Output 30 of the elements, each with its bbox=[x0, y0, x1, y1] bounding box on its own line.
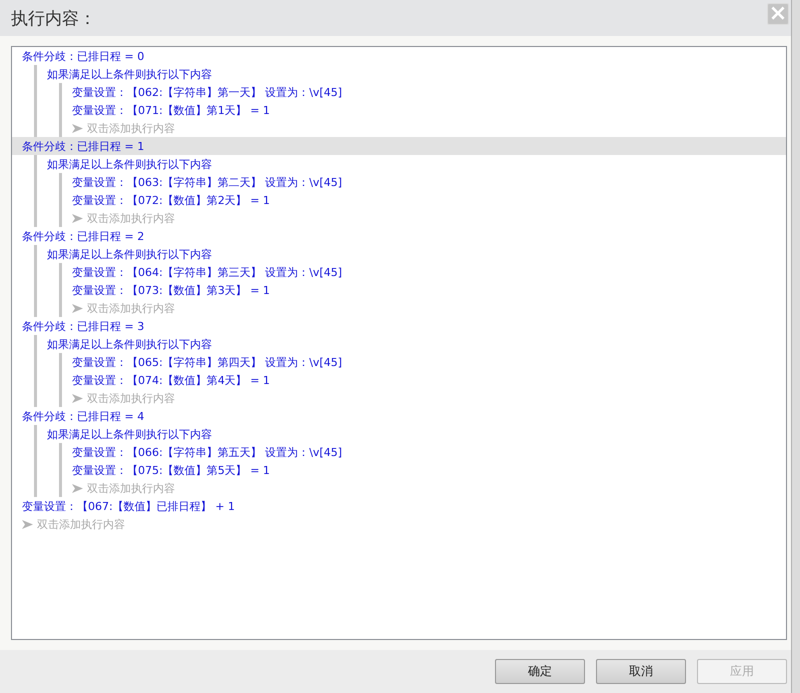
tree-row[interactable]: 变量设置：【062:【字符串】第一天】 设置为：\v[45] bbox=[62, 83, 786, 101]
tree-row[interactable]: 如果满足以上条件则执行以下内容 bbox=[37, 155, 786, 173]
tree-row[interactable]: 条件分歧：已排日程 = 1 bbox=[12, 137, 786, 155]
tree-row[interactable]: 如果满足以上条件则执行以下内容 bbox=[37, 245, 786, 263]
tree-row[interactable]: 变量设置：【071:【数值】第1天】 = 1 bbox=[62, 101, 786, 119]
dialog-title: 执行内容： bbox=[11, 8, 96, 30]
arrow-icon bbox=[72, 124, 83, 132]
tree-row[interactable]: 如果满足以上条件则执行以下内容 bbox=[37, 65, 786, 83]
tree-row[interactable]: 条件分歧：已排日程 = 2 bbox=[12, 227, 786, 245]
tree-row[interactable]: 如果满足以上条件则执行以下内容 bbox=[37, 335, 786, 353]
tree-row[interactable]: 条件分歧：已排日程 = 0 bbox=[12, 47, 786, 65]
tree-row[interactable]: 变量设置：【066:【字符串】第五天】 设置为：\v[45] bbox=[62, 443, 786, 461]
tree-row[interactable]: 变量设置：【074:【数值】第4天】 = 1 bbox=[62, 371, 786, 389]
tree-row[interactable]: 变量设置：【075:【数值】第5天】 = 1 bbox=[62, 461, 786, 479]
arrow-icon bbox=[72, 484, 83, 492]
tree-row[interactable]: 变量设置：【064:【字符串】第三天】 设置为：\v[45] bbox=[62, 263, 786, 281]
tree-row[interactable]: 条件分歧：已排日程 = 3 bbox=[12, 317, 786, 335]
tree-row[interactable]: 如果满足以上条件则执行以下内容 bbox=[37, 425, 786, 443]
dialog-button[interactable]: 取消 bbox=[596, 659, 686, 684]
tree-row[interactable]: 条件分歧：已排日程 = 4 bbox=[12, 407, 786, 425]
tree-row[interactable]: 变量设置：【065:【字符串】第四天】 设置为：\v[45] bbox=[62, 353, 786, 371]
arrow-icon bbox=[72, 304, 83, 312]
tree-row[interactable]: 变量设置：【073:【数值】第3天】 = 1 bbox=[62, 281, 786, 299]
arrow-icon bbox=[72, 394, 83, 402]
tree-row[interactable]: 变量设置：【063:【字符串】第二天】 设置为：\v[45] bbox=[62, 173, 786, 191]
tree-row[interactable]: 变量设置：【067:【数值】已排日程】 + 1 bbox=[12, 497, 786, 515]
tree-row[interactable]: 变量设置：【072:【数值】第2天】 = 1 bbox=[62, 191, 786, 209]
dialog-button[interactable]: 确定 bbox=[495, 659, 585, 684]
arrow-icon bbox=[22, 520, 33, 528]
arrow-icon bbox=[72, 214, 83, 222]
